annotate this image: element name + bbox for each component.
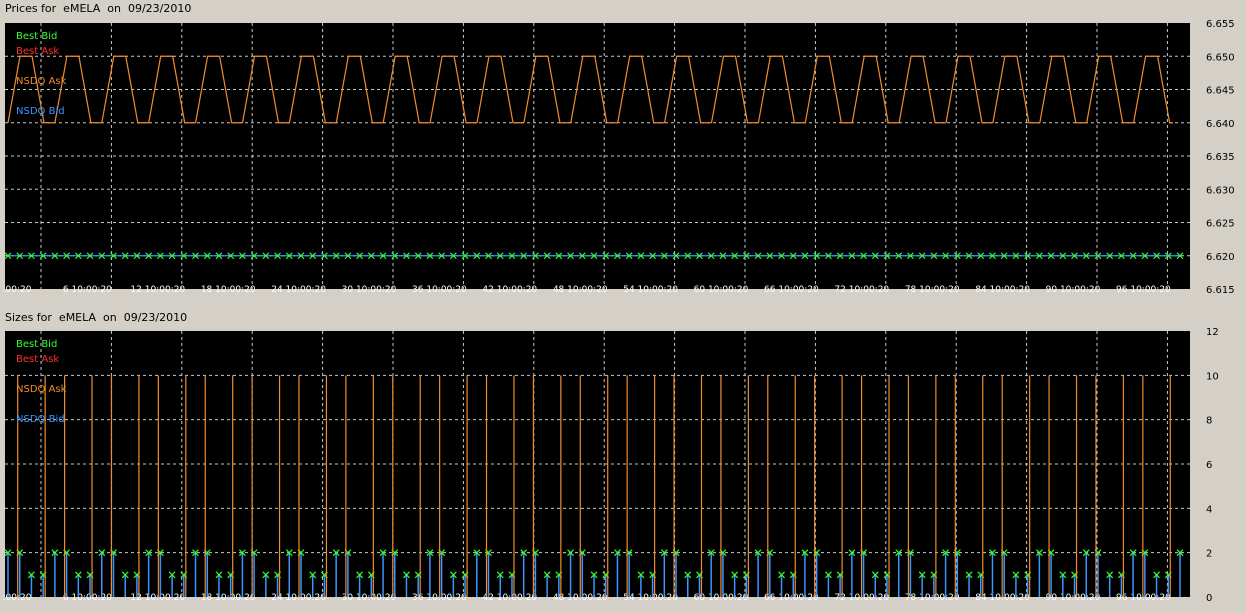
x-tick-label: 48 10:00:20 bbox=[553, 285, 608, 295]
x-tick-label: 36 10:00:20 bbox=[412, 285, 467, 295]
legend-best-bid: Best Bid bbox=[16, 31, 57, 42]
x-tick-label: 78 10:00:20 bbox=[905, 285, 960, 295]
x-tick-label: 66 10:00:20 bbox=[764, 285, 819, 295]
y-tick-label: 6.620 bbox=[1206, 252, 1235, 263]
y-tick-label: 8 bbox=[1206, 416, 1212, 427]
x-tick-label: 30 10:00:20 bbox=[342, 285, 397, 295]
y-tick-label: 6.615 bbox=[1206, 285, 1235, 296]
x-tick-label: 96 10:00:20 bbox=[1116, 285, 1171, 295]
x-tick-label: 12 10:00:20 bbox=[130, 285, 185, 295]
plot-area bbox=[5, 23, 1190, 289]
x-tick-label: 78 10:00:20 bbox=[905, 593, 960, 603]
legend-nsdq-bid: NSDQ Bid bbox=[16, 106, 65, 117]
y-tick-label: 6.630 bbox=[1206, 185, 1235, 196]
x-tick-label: 66 10:00:20 bbox=[764, 593, 819, 603]
x-tick-label: 42 10:00:20 bbox=[482, 593, 537, 603]
x-tick-label: 54 10:00:20 bbox=[623, 593, 678, 603]
x-tick-label: 30 10:00:20 bbox=[342, 593, 397, 603]
y-tick-label: 6.625 bbox=[1206, 219, 1235, 230]
legend-nsdq-bid: NSDQ Bid bbox=[16, 414, 65, 425]
x-tick-label: 42 10:00:20 bbox=[482, 285, 537, 295]
y-tick-label: 6.655 bbox=[1206, 19, 1235, 30]
y-tick-label: 4 bbox=[1206, 504, 1212, 515]
legend-best-bid: Best Bid bbox=[16, 339, 57, 350]
y-tick-label: 6 bbox=[1206, 460, 1212, 471]
x-tick-label: 6 10:00:20 bbox=[63, 593, 112, 603]
y-tick-label: 12 bbox=[1206, 327, 1219, 338]
plot-area bbox=[5, 331, 1190, 597]
prices-chart: 6.615 6.620 6.625 6.630 6.635 6.640 6.645 6.650… bbox=[3, 19, 1235, 296]
y-tick-label: 10 bbox=[1206, 371, 1219, 382]
legend-best-ask: Best Ask bbox=[16, 354, 59, 365]
legend-nsdq-ask: NSDQ Ask bbox=[16, 384, 67, 395]
x-tick-label: 90 10:00:20 bbox=[1046, 593, 1101, 603]
y-tick-label: 2 bbox=[1206, 549, 1212, 560]
legend-best-ask: Best Ask bbox=[16, 46, 59, 57]
x-tick-label: 96 10:00:20 bbox=[1116, 593, 1171, 603]
legend-nsdq-ask: NSDQ Ask bbox=[16, 76, 67, 87]
y-tick-label: 6.640 bbox=[1206, 119, 1235, 130]
y-tick-label: 6.645 bbox=[1206, 86, 1235, 97]
y-tick-label: 6.635 bbox=[1206, 152, 1235, 163]
x-tick-label: 18 10:00:20 bbox=[201, 285, 256, 295]
x-tick-label: 18 10:00:20 bbox=[201, 593, 256, 603]
sizes-chart: 024681012:00:20 6 10:00:20 12 10:00:20 18 1… bbox=[3, 327, 1219, 604]
x-tick-label: 60 10:00:20 bbox=[694, 285, 749, 295]
x-tick-label: :00:20 bbox=[3, 285, 32, 295]
x-tick-label: 54 10:00:20 bbox=[623, 285, 678, 295]
x-tick-label: 84 10:00:20 bbox=[975, 285, 1030, 295]
x-tick-label: 90 10:00:20 bbox=[1046, 285, 1101, 295]
y-tick-label: 0 bbox=[1206, 593, 1212, 604]
x-tick-label: 72 10:00:20 bbox=[834, 285, 889, 295]
prices-panel: Prices for eMELA on 09/23/2010 6.615 6.62… bbox=[0, 0, 1246, 309]
y-tick-label: 6.650 bbox=[1206, 52, 1235, 63]
sizes-panel: Sizes for eMELA on 09/23/2010 0 2 4 6 8 10 12:… bbox=[0, 309, 1246, 613]
x-tick-label: 6 10:00:20 bbox=[63, 285, 112, 295]
x-tick-label: 24 10:00:20 bbox=[271, 285, 326, 295]
